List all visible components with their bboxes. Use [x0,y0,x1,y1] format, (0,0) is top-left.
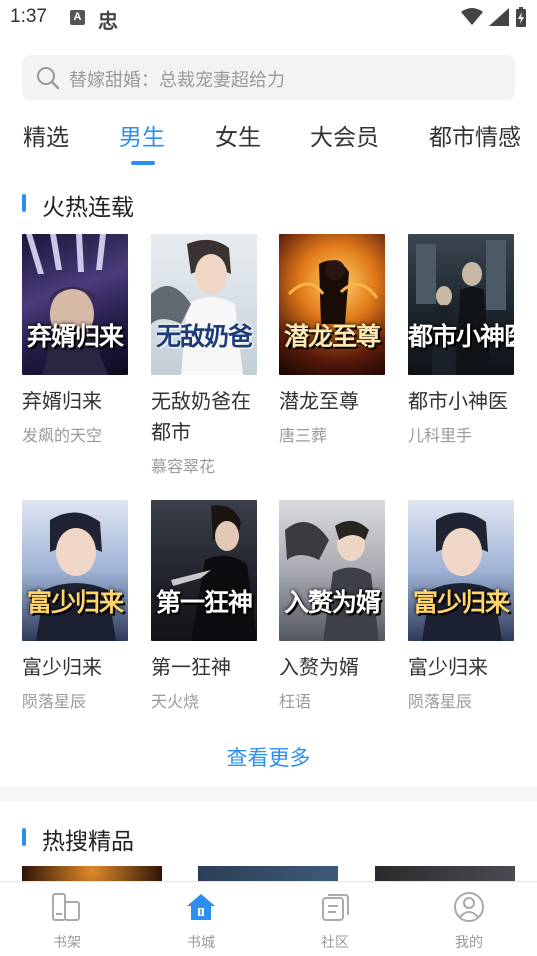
community-icon [322,894,349,921]
status-time: 1:37 [10,6,47,27]
wifi-icon [461,8,483,25]
search-placeholder[interactable]: 替嫁甜婚：总裁宠妻超给力 [69,66,285,92]
book-author: 唐三葬 [279,426,328,445]
cover-title: 富少归来 [412,588,510,617]
signal-icon [489,8,509,26]
book-author: 陨落星辰 [22,692,87,711]
tab-female[interactable]: 女生 [215,118,261,152]
cover-title: 弃婿归来 [26,322,124,351]
nav-label: 我的 [455,935,483,951]
status-icons [461,7,527,27]
cover-title: 入赘为婿 [283,588,381,617]
book-title[interactable]: 无敌奶爸在都市 [151,386,263,448]
cover-title: 富少归来 [26,588,124,617]
book-cover[interactable]: 第一狂神 [151,500,257,641]
profile-icon [454,892,484,922]
notification-bug-icon: 忠 [98,9,118,33]
section-accent-bar [22,194,26,212]
search-icon [37,67,60,90]
bottom-nav: 书架 书城 社区 我的 [0,881,537,956]
active-tab-indicator [131,161,155,165]
tab-vip[interactable]: 大会员 [310,118,379,152]
book-title[interactable]: 潜龙至尊 [279,386,391,417]
book-cover[interactable]: 弃婿归来 [22,234,128,375]
cover-title: 无敌奶爸 [155,322,253,351]
battery-icon [516,7,526,27]
book-author: 发飙的天空 [22,426,103,445]
book-cover[interactable]: 潜龙至尊 [279,234,385,375]
book-author: 天火烧 [151,692,200,711]
book-cover[interactable]: 富少归来 [22,500,128,641]
book-title[interactable]: 弃婿归来 [22,386,134,417]
view-more-link[interactable]: 查看更多 [0,742,537,772]
book-cover[interactable]: 富少归来 [408,500,514,641]
book-title[interactable]: 富少归来 [22,652,134,683]
book-title[interactable]: 富少归来 [408,652,520,683]
search-box[interactable]: 替嫁甜婚：总裁宠妻超给力 [22,55,515,100]
book-author: 儿科里手 [408,426,473,445]
section-title: 热搜精品 [42,829,134,855]
cover-title: 潜龙至尊 [283,322,381,351]
tab-urban-romance[interactable]: 都市情感 [429,118,521,152]
section-divider [0,787,537,801]
nav-profile[interactable]: 我的 [419,882,519,956]
book-author: 枉语 [279,692,312,711]
book-title[interactable]: 都市小神医 [408,386,520,417]
bookshelf-icon [52,893,80,921]
nav-label: 书城 [187,935,215,951]
cover-title: 第一狂神 [155,588,253,617]
book-title[interactable]: 第一狂神 [151,652,263,683]
book-author: 陨落星辰 [408,692,473,711]
notification-a-icon: A [70,10,85,25]
book-author: 慕容翠花 [151,457,216,476]
book-cover[interactable]: 都市小神医 [408,234,514,375]
nav-community[interactable]: 社区 [285,882,385,956]
tab-featured[interactable]: 精选 [23,118,69,152]
book-cover[interactable]: 无敌奶爸 [151,234,257,375]
status-bar: 1:37 A 忠 [0,0,537,40]
nav-bookstore[interactable]: 书城 [151,882,251,956]
cover-title: 都市小神医 [408,322,514,351]
book-title[interactable]: 入赘为婿 [279,652,391,683]
section-accent-bar [22,828,26,846]
tab-male[interactable]: 男生 [119,118,165,152]
category-tabs: 精选 男生 女生 大会员 都市情感 [0,118,537,168]
section-title: 火热连载 [42,195,134,221]
nav-label: 书架 [53,935,81,951]
nav-label: 社区 [321,935,349,951]
nav-bookshelf[interactable]: 书架 [17,882,117,956]
book-cover[interactable]: 入赘为婿 [279,500,385,641]
bookstore-icon [187,894,215,920]
